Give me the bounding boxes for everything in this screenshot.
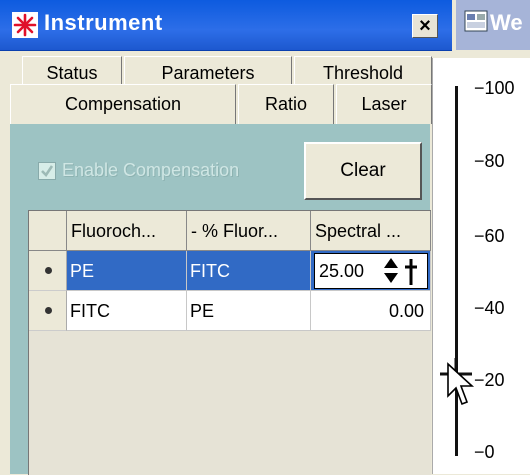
slider-tick-label: −20 [474,370,505,390]
slider-popup-icon[interactable] [403,258,419,286]
table-cell-fluorochrome[interactable]: PE [67,251,187,291]
second-window-title: We [490,10,523,35]
column-header-fluorochrome[interactable]: Fluoroch... [67,211,187,251]
enable-compensation-checkbox[interactable] [38,162,56,180]
clear-button-label: Clear [340,160,386,181]
window-title: Instrument [44,10,163,35]
compensation-grid: Fluoroch... - % Fluor... Spectral ... PE… [28,210,431,475]
column-header-spectral[interactable]: Spectral ... [311,211,431,251]
grid-corner [29,211,67,251]
row-header[interactable] [29,291,67,331]
tab-label: Laser [361,94,407,114]
tab-label: Ratio [264,94,308,114]
row-header[interactable] [29,251,67,291]
close-button[interactable]: × [412,14,438,38]
tab-laser[interactable]: Laser [336,84,432,124]
slider-tick-label: −60 [474,226,505,246]
spin-arrows-icon[interactable] [383,256,399,286]
row-indicator-icon [45,267,52,274]
table-cell-minus-fluor[interactable]: FITC [187,251,311,291]
slider-tick-label: −40 [474,298,505,318]
mouse-pointer-icon [447,362,475,406]
cell-text: PE [190,301,215,321]
checkmark-icon [41,165,54,178]
column-header-label: Spectral ... [315,221,402,241]
instrument-star-icon [12,12,38,38]
column-header-label: - % Fluor... [191,221,279,241]
spin-value: 25.00 [319,261,365,281]
tab-parameters[interactable]: Parameters [124,56,292,84]
tab-threshold[interactable]: Threshold [294,56,432,84]
value-slider-popup [432,58,530,474]
cell-text: FITC [70,301,110,321]
instrument-window: Instrument × We Status Parameters Thresh… [0,0,530,475]
row-indicator-icon [45,307,52,314]
slider-tick-label: −0 [474,442,495,462]
tab-label: Status [46,63,98,83]
cell-text: 0.00 [388,301,424,321]
column-header-minus-fluor[interactable]: - % Fluor... [187,211,311,251]
enable-compensation-label: Enable Compensation [62,160,240,180]
window-app-icon [464,10,488,32]
table-cell-minus-fluor[interactable]: PE [187,291,311,331]
cell-text: FITC [190,261,230,281]
cell-text: PE [70,261,95,281]
tab-label: Threshold [322,63,404,83]
tab-compensation[interactable]: Compensation [10,84,236,124]
table-cell-fluorochrome[interactable]: FITC [67,291,187,331]
tab-label: Compensation [64,94,182,114]
slider-tick-label: −100 [474,78,515,98]
close-icon: × [419,15,431,37]
spectral-spin-editor[interactable]: 25.00 [314,253,428,289]
clear-button[interactable]: Clear [304,142,422,200]
tab-status[interactable]: Status [22,56,122,84]
column-header-label: Fluoroch... [71,221,157,241]
tab-label: Parameters [161,63,255,83]
second-window-titlebar[interactable]: We [456,0,530,50]
slider-tick-label: −80 [474,151,505,171]
tab-ratio[interactable]: Ratio [238,84,334,124]
title-bar[interactable]: Instrument × [0,0,452,51]
table-cell-spectral[interactable]: 0.00 [311,291,431,331]
